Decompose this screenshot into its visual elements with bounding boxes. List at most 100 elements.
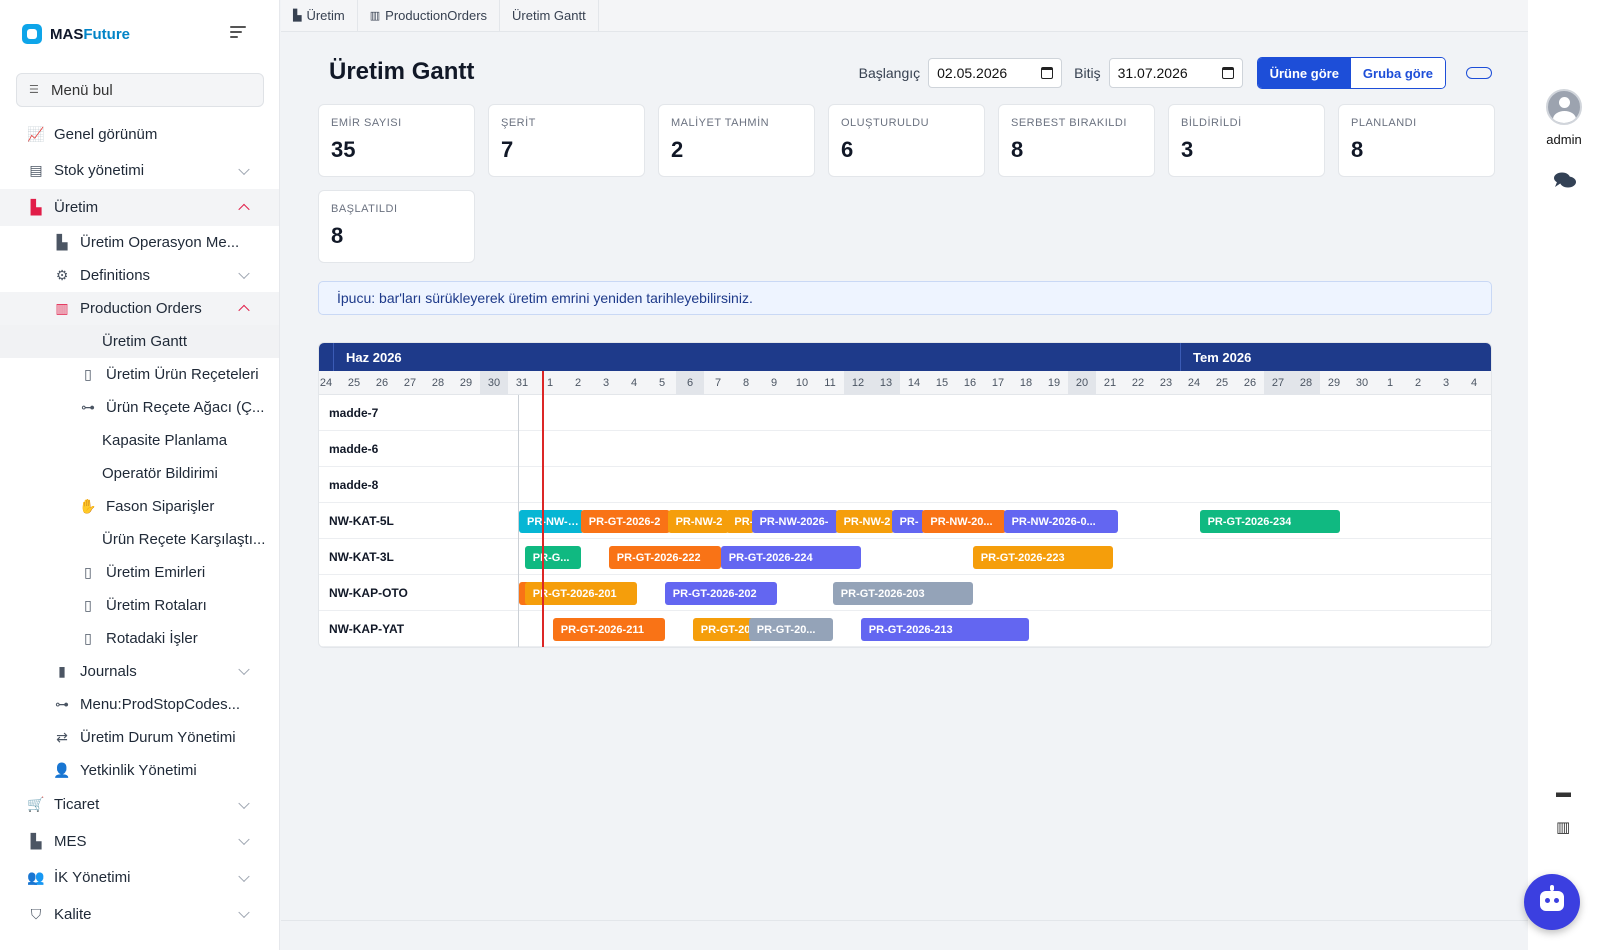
gantt-order-bar[interactable]: PR-GT-2026-211 (552, 618, 665, 641)
sidebar-item-4[interactable]: ⚙ Definitions (0, 259, 279, 292)
gantt-order-bar[interactable]: PR-GT-2026-224 (720, 546, 861, 569)
gantt-day-header: 24 25 26 27 28 29 30 31 1 2 3 4 5 6 7 8 9 10 11 12 13 14 15 16 1… (319, 371, 1491, 395)
start-date-input[interactable]: 02.05.2026 (928, 58, 1063, 88)
gantt-bar-label: PR-GT-2026-224 (728, 551, 813, 564)
chevron-up-icon[interactable] (238, 203, 250, 216)
stat-value: 8 (1011, 137, 1024, 162)
chevron-down-icon[interactable] (238, 870, 250, 882)
sidebar-item-19[interactable]: 👤 Yetkinlik Yönetimi (0, 754, 279, 787)
stat-label: SERBEST BIRAKILDI (1011, 117, 1127, 129)
file-icon: ▯ (84, 563, 92, 580)
laptop-icon[interactable]: ▬ (1556, 784, 1571, 801)
sidebar-item-12[interactable]: Ürün Reçete Karşılaştı... (0, 523, 279, 556)
chevron-down-icon[interactable] (238, 833, 250, 846)
display-toggle[interactable] (1466, 67, 1492, 79)
breadcrumb-item[interactable]: ▙ Üretim (281, 0, 358, 32)
gantt-order-bar[interactable]: PR-GT-2026-222 (608, 546, 721, 569)
gantt-order-bar[interactable]: PR-NW-2026- (519, 510, 584, 533)
gantt-day-label: 4 (1470, 377, 1478, 389)
sidebar-item-label: Rotadaki İşler (106, 629, 198, 647)
sidebar-item-13[interactable]: ▯ Üretim Emirleri (0, 556, 279, 589)
gantt-day-label: 29 (1327, 377, 1341, 389)
gantt-bar-label: PR-GT-2026-223 (980, 551, 1065, 564)
sidebar-item-10[interactable]: Operatör Bildirimi (0, 457, 279, 490)
stat-label: ŞERİT (501, 117, 536, 129)
sidebar-item-11[interactable]: ✋ Fason Siparişler (0, 490, 279, 523)
brand[interactable]: MASFuture (22, 24, 130, 44)
columns-icon[interactable]: ▥ (1556, 818, 1570, 836)
breadcrumb-item[interactable]: Üretim Gantt (500, 0, 599, 32)
gantt-order-bar[interactable]: PR-GT-2026-202 (664, 582, 777, 605)
chevron-up-icon[interactable] (238, 304, 250, 317)
page-title: Üretim Gantt (329, 58, 475, 85)
sidebar-item-label: Üretim Durum Yönetimi (80, 728, 236, 746)
gantt-order-bar[interactable]: PR-GT-20 (692, 618, 755, 641)
group-by-product-button[interactable]: Ürüne göre (1257, 58, 1351, 88)
sidebar-item-22[interactable]: 👥 İK Yönetimi (0, 860, 279, 897)
gantt-day-label: 26 (1243, 377, 1257, 389)
gantt-order-bar[interactable]: PR-GT-2026-2 (580, 510, 671, 533)
chevron-down-icon[interactable] (238, 267, 250, 280)
gantt-order-bar[interactable]: PR-GT-2026-203 (832, 582, 973, 605)
stat-label: EMİR SAYISI (331, 117, 402, 129)
sidebar: MASFuture ☰ Menü bul 📈 Genel görünüm ▤ Stok… (0, 0, 280, 950)
gantt-order-bar[interactable]: PR-GT-2026-223 (972, 546, 1113, 569)
sidebar-item-20[interactable]: 🛒 Ticaret (0, 787, 279, 824)
sidebar-item-23[interactable]: ⛉ Kalite (0, 896, 279, 933)
chatbot-button[interactable] (1524, 874, 1580, 930)
sidebar-item-15[interactable]: ▯ Rotadaki İşler (0, 622, 279, 655)
sidebar-item-5[interactable]: ▥ Production Orders (0, 291, 279, 325)
gantt-chart: Haz 2026 Tem 2026 24 25 26 27 28 29 30 31 1 2 3 4 5 6 7… (318, 342, 1492, 648)
end-date-input[interactable]: 31.07.2026 (1108, 58, 1243, 88)
gantt-order-bar[interactable]: PR-NW-2026- (751, 510, 839, 533)
gantt-order-bar[interactable]: PR-GT-2026-213 (860, 618, 1029, 641)
chevron-down-icon[interactable] (238, 663, 250, 676)
calendar-icon[interactable] (1041, 67, 1054, 79)
sitemap-icon: ⊶ (55, 695, 69, 712)
gantt-order-bar[interactable]: PR-G... (524, 546, 581, 569)
sidebar-item-16[interactable]: ▮ Journals (0, 655, 279, 688)
file-icon: ▯ (84, 596, 92, 613)
sidebar-item-21[interactable]: ▙ MES (0, 823, 279, 860)
gantt-order-bar[interactable]: PR-GT-20... (748, 618, 833, 641)
chevron-down-icon[interactable] (238, 163, 250, 175)
sidebar-item-1[interactable]: ▤ Stok yönetimi (0, 153, 279, 190)
sidebar-collapse-icon[interactable] (230, 26, 248, 40)
chat-icon[interactable] (1554, 172, 1576, 188)
gantt-day-label: 14 (907, 377, 921, 389)
gantt-day-label: 15 (935, 377, 949, 389)
group-by-group-button[interactable]: Gruba göre (1350, 58, 1445, 88)
gantt-order-bar[interactable]: PR-GT-2026-234 (1199, 510, 1340, 533)
sidebar-item-label: Fason Siparişler (106, 497, 215, 515)
start-date-value: 02.05.2026 (937, 65, 1008, 81)
sidebar-item-18[interactable]: ⇄ Üretim Durum Yönetimi (0, 721, 279, 754)
sidebar-item-7[interactable]: ▯ Üretim Ürün Reçeteleri (0, 358, 279, 391)
gantt-order-bar[interactable]: PR- (726, 510, 755, 533)
menu-search-input[interactable]: ☰ Menü bul (16, 73, 264, 107)
gantt-order-bar[interactable]: PR-NW-2026-0... (1003, 510, 1119, 533)
chevron-down-icon[interactable] (238, 906, 250, 919)
sidebar-item-8[interactable]: ⊶ Ürün Reçete Ağacı (Ç... (0, 391, 279, 424)
industry-icon: ▙ (30, 832, 42, 849)
breadcrumb-label: Üretim Gantt (512, 8, 586, 23)
gantt-order-bar[interactable]: PR- (891, 510, 926, 533)
sidebar-item-0[interactable]: 📈 Genel görünüm (0, 116, 279, 153)
gantt-day-label: 21 (1103, 377, 1117, 389)
sidebar-item-14[interactable]: ▯ Üretim Rotaları (0, 589, 279, 622)
calendar-icon[interactable] (1221, 67, 1234, 79)
sidebar-item-label: MES (54, 832, 87, 850)
file-icon: ▯ (84, 365, 92, 382)
sidebar-item-2[interactable]: ▙ Üretim (0, 189, 279, 226)
sidebar-item-3[interactable]: ▙ Üretim Operasyon Me... (0, 226, 279, 259)
stat-value: 8 (331, 223, 344, 248)
chevron-down-icon[interactable] (238, 797, 250, 809)
sidebar-item-6[interactable]: Üretim Gantt (0, 324, 279, 358)
sidebar-item-9[interactable]: Kapasite Planlama (0, 424, 279, 457)
gantt-order-bar[interactable]: PR-NW-20... (922, 510, 1007, 533)
gantt-order-bar[interactable]: PR-NW-2 (667, 510, 730, 533)
user-avatar[interactable] (1546, 89, 1582, 125)
gantt-order-bar[interactable]: PR-NW-2 (835, 510, 895, 533)
user-name[interactable]: admin (1528, 132, 1600, 147)
sidebar-item-17[interactable]: ⊶ Menu:ProdStopCodes... (0, 688, 279, 721)
breadcrumb-item[interactable]: ▥ ProductionOrders (358, 0, 501, 32)
